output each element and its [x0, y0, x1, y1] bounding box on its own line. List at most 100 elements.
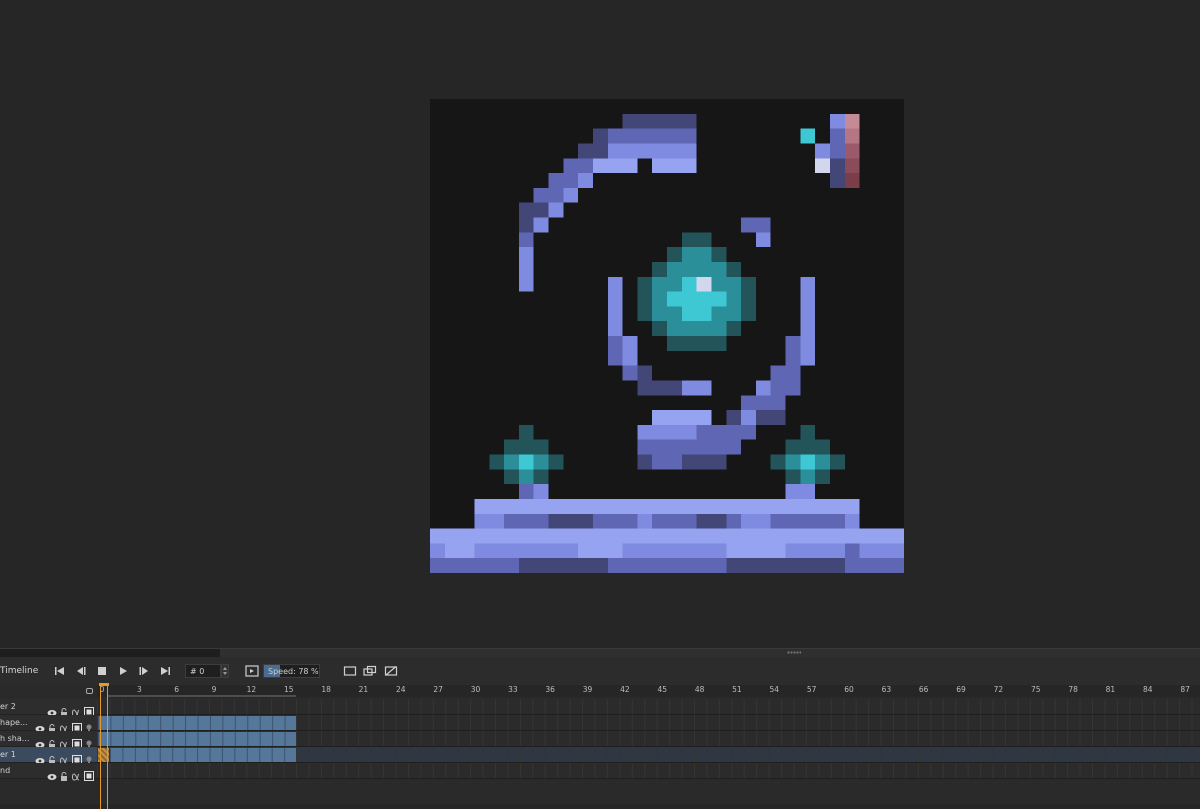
arc-pixel: [548, 173, 579, 188]
playhead-handle[interactable]: [99, 683, 109, 686]
orb-highlight: [696, 276, 712, 292]
base-pixel: [578, 543, 623, 559]
arc-pixel: [518, 202, 549, 218]
frame-number-label: 12: [246, 685, 257, 694]
frame-crossed-icon: [384, 666, 398, 676]
layer-row[interactable]: h sha...: [0, 731, 1200, 749]
orb-pixel: [681, 232, 712, 248]
arc-pixel: [518, 276, 534, 292]
arc-pixel: [533, 217, 549, 233]
step-back-icon: [77, 667, 86, 675]
shard-pixel: [755, 232, 771, 248]
crescent-pixel: [637, 439, 742, 455]
layer-name-cell[interactable]: nd: [0, 763, 97, 781]
lock-icon[interactable]: [60, 766, 68, 785]
link-icon[interactable]: [86, 688, 93, 694]
splitter-grip-icon[interactable]: [787, 651, 801, 654]
layer-row[interactable]: er 2: [0, 699, 1200, 717]
next-frame-button[interactable]: [137, 664, 151, 678]
frame-number-label: 36: [545, 685, 555, 694]
base-pixel: [592, 513, 638, 529]
play-button[interactable]: [116, 664, 130, 678]
cel-block[interactable]: [98, 732, 297, 746]
cel-block[interactable]: [110, 748, 297, 762]
pixel-art-canvas[interactable]: [430, 99, 904, 573]
frame-number-label: 75: [1030, 685, 1041, 694]
layer-row[interactable]: er 1: [0, 747, 1200, 765]
visibility-eye-icon[interactable]: [47, 766, 57, 785]
loop-toggle-button[interactable]: [245, 664, 259, 678]
frame-number-label: 78: [1068, 685, 1078, 694]
skip-start-icon: [55, 667, 64, 675]
frame-number-label: 42: [620, 685, 630, 694]
layer-name-cell[interactable]: h sha...: [0, 731, 97, 749]
onion-skin-off-button[interactable]: [384, 664, 398, 678]
layer-row[interactable]: nd: [0, 763, 1200, 781]
arc-pixel: [607, 143, 697, 159]
frame-number-label: 18: [321, 685, 331, 694]
layer-name: er 1: [0, 750, 16, 759]
layer-frames-track[interactable]: [97, 731, 1200, 747]
base-pixel: [726, 513, 742, 529]
ring-pixel: [800, 336, 816, 366]
layer-frames-track[interactable]: [97, 699, 1200, 715]
crescent-pixel: [652, 454, 682, 470]
lamp-pixel: [785, 439, 830, 455]
layer-list: er 2 hape... h sha... er 1 nd: [0, 697, 1200, 787]
lamp-pixel: [518, 484, 534, 499]
arc-pixel: [592, 128, 608, 144]
ring-pixel: [681, 380, 712, 396]
onion-skin-single-button[interactable]: [343, 664, 357, 678]
lamp-pixel: [504, 439, 549, 455]
lamp-pixel: [518, 469, 534, 485]
linked-cel[interactable]: [98, 748, 110, 762]
arc-pixel: [578, 143, 608, 159]
frame-number-stepper[interactable]: [221, 664, 229, 678]
arc-pixel: [518, 247, 534, 262]
ring-pixel: [607, 276, 623, 336]
base-pixel: [504, 513, 549, 529]
arc-pixel: [518, 261, 534, 277]
frame-number-label: 9: [211, 685, 217, 694]
onion-skin-multi-button[interactable]: [363, 664, 377, 678]
first-frame-button[interactable]: [53, 664, 67, 678]
previous-frame-button[interactable]: [74, 664, 88, 678]
crescent-pixel: [637, 424, 697, 440]
palette-swatch: [844, 158, 860, 174]
layer-frames-track[interactable]: [97, 747, 1200, 763]
base-pixel: [770, 513, 845, 529]
frame-number-label: 30: [470, 685, 481, 694]
blend-mode-icon[interactable]: [84, 766, 94, 785]
frame-number-label: 48: [694, 685, 705, 694]
last-frame-button[interactable]: [158, 664, 172, 678]
alpha-lock-icon[interactable]: [71, 766, 80, 785]
layer-frames-track[interactable]: [97, 763, 1200, 779]
frame-number-label: 63: [881, 685, 892, 694]
layer-name-cell[interactable]: hape...: [0, 715, 97, 733]
speed-field[interactable]: Speed: 78 %: [263, 664, 320, 678]
stop-icon: [98, 667, 106, 675]
arc-pixel: [652, 158, 697, 174]
layer-name: nd: [0, 766, 11, 775]
layer-name: h sha...: [0, 734, 30, 743]
splitter-bar[interactable]: [220, 649, 1200, 657]
layer-frames-track[interactable]: [97, 715, 1200, 731]
frame-number-label: 60: [844, 685, 854, 694]
layer-name-cell[interactable]: er 1: [0, 747, 97, 765]
frame-number-field[interactable]: # 0: [185, 664, 221, 678]
ring-pixel: [637, 365, 653, 381]
layer-name-cell[interactable]: er 2: [0, 699, 97, 717]
palette-swatch: [829, 158, 845, 174]
stop-button[interactable]: [95, 664, 109, 678]
frame-number-label: 24: [396, 685, 406, 694]
frame-number-label: 33: [508, 685, 518, 694]
lamp-pixel: [785, 484, 816, 499]
cel-block[interactable]: [98, 716, 297, 730]
frame-number-label: 87: [1180, 685, 1190, 694]
layer-row[interactable]: hape...: [0, 715, 1200, 733]
lamp-pixel: [800, 469, 816, 485]
frame-number-label: 3: [136, 685, 142, 694]
frame-number-label: 21: [358, 685, 369, 694]
palette-swatch: [829, 113, 845, 129]
canvas-area[interactable]: [0, 0, 1200, 648]
